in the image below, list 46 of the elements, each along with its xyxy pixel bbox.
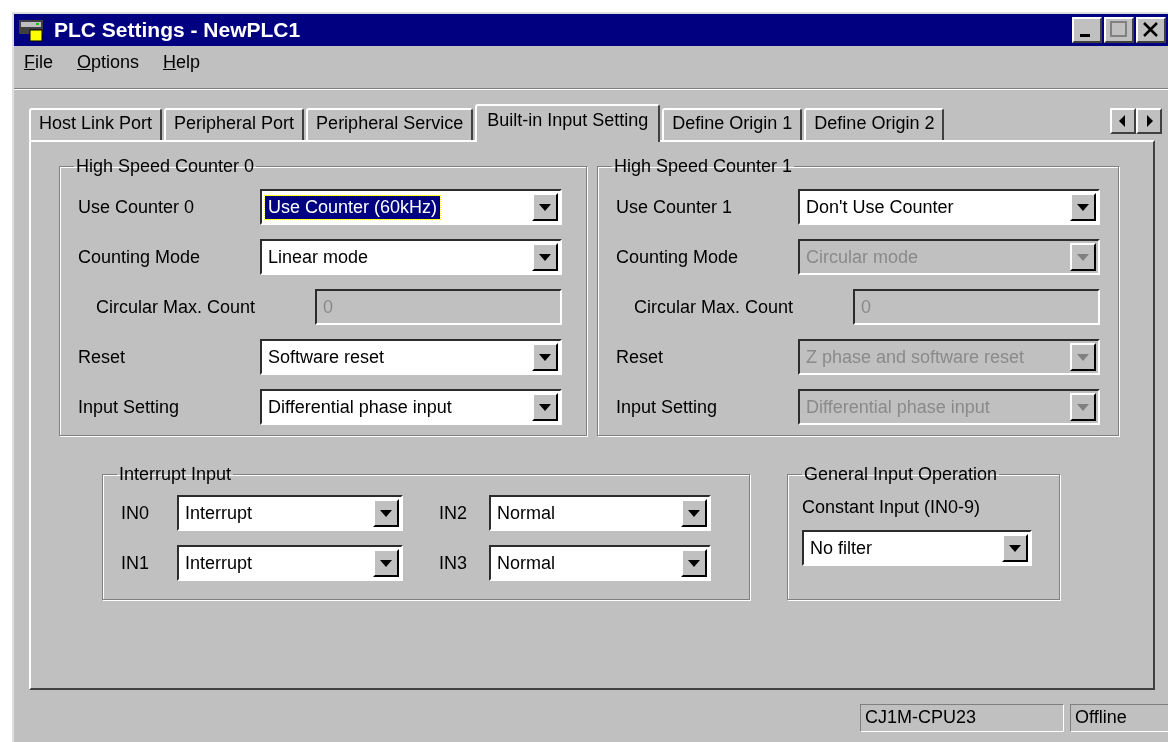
menu-item[interactable]: Options — [77, 52, 140, 82]
dropdown[interactable]: Interrupt — [177, 495, 403, 531]
dropdown[interactable]: Don't Use Counter — [798, 189, 1100, 225]
group-title: General Input Operation — [803, 464, 999, 485]
minimize-button[interactable] — [1072, 17, 1102, 43]
dropdown[interactable]: Normal — [489, 545, 711, 581]
dropdown[interactable]: Normal — [489, 495, 711, 531]
field-label: Reset — [616, 346, 665, 368]
field-label: Input Setting — [78, 396, 181, 418]
field-label: Use Counter 0 — [78, 196, 196, 218]
field-label: Constant Input (IN0-9) — [802, 497, 982, 518]
tab[interactable]: Peripheral Port — [164, 108, 305, 140]
dropdown[interactable]: Linear mode — [260, 239, 562, 275]
field-label: Input Setting — [616, 396, 719, 418]
menu-item[interactable]: Help — [163, 52, 201, 82]
field-label: IN3 — [439, 552, 468, 574]
tab[interactable]: Built-in Input Setting — [475, 104, 661, 142]
dropdown[interactable]: Differential phase input — [260, 389, 562, 425]
field-label: IN2 — [439, 502, 468, 524]
field-label: IN1 — [121, 552, 150, 574]
group-title: High Speed Counter 1 — [613, 156, 794, 177]
scroll-left-button[interactable] — [1110, 108, 1136, 134]
tab[interactable]: Define Origin 1 — [662, 108, 803, 140]
field-label: Reset — [78, 346, 127, 368]
group-title: Interrupt Input — [118, 464, 233, 485]
close-button[interactable] — [1136, 17, 1166, 43]
tab[interactable]: Host Link Port — [29, 108, 163, 140]
dropdown[interactable]: Use Counter (60kHz) — [260, 189, 562, 225]
field-label: Counting Mode — [616, 246, 740, 268]
field-label: Counting Mode — [78, 246, 202, 268]
group-title: High Speed Counter 0 — [75, 156, 256, 177]
status-panel: Offline — [1070, 704, 1168, 732]
menu-item[interactable]: File — [24, 52, 53, 82]
maximize-button[interactable] — [1104, 17, 1134, 43]
tab[interactable]: Define Origin 2 — [804, 108, 945, 140]
window-title: PLC Settings - NewPLC1 — [54, 18, 302, 42]
dropdown[interactable]: Software reset — [260, 339, 562, 375]
scroll-right-button[interactable] — [1136, 108, 1162, 134]
status-panel: CJ1M-CPU23 — [860, 704, 1064, 732]
field-label: Circular Max. Count — [95, 296, 257, 318]
dropdown[interactable]: Interrupt — [177, 545, 403, 581]
field-label: Circular Max. Count — [633, 296, 795, 318]
field-label: Use Counter 1 — [616, 196, 734, 218]
dropdown[interactable]: No filter — [802, 530, 1032, 566]
field-label: IN0 — [121, 502, 150, 524]
tab[interactable]: Peripheral Service — [306, 108, 474, 140]
